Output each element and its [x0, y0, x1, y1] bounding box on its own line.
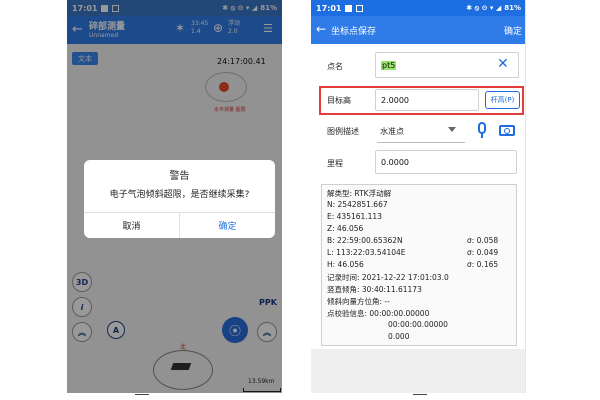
info-line: H: 46.056 [327, 260, 364, 269]
info-line: N: 2542851.667 [327, 200, 388, 209]
app-bar: ← 坐标点保存 确定 [311, 16, 525, 44]
page-title: 坐标点保存 [331, 27, 377, 37]
info-line: B: 22:59:00.65362N [327, 236, 403, 245]
microphone-icon[interactable] [478, 122, 486, 134]
clear-icon[interactable]: ✕ [497, 56, 509, 72]
back-arrow-icon[interactable]: ← [316, 22, 326, 36]
info-line: 点校验信息: 00:00:00.00000 [327, 309, 430, 318]
microphone-stem [481, 134, 483, 138]
status-right: ✱ ⦸ ⊝ ▾ ◢ 81% [466, 4, 521, 13]
target-height-input[interactable]: 2.0000 [375, 89, 479, 111]
solution-info-panel: 解类型: RTK浮动解 N: 2542851.667 E: 435161.113… [321, 184, 517, 346]
status-bar: 17:01 ✱ ⦸ ⊝ ▾ ◢ 81% [311, 0, 525, 16]
info-line: Z: 46.056 [327, 224, 364, 233]
caption-mark-left [135, 394, 149, 395]
dialog-cancel-button[interactable]: 取消 [84, 219, 179, 232]
caption-mark-right [413, 394, 427, 395]
pole-height-button[interactable]: 杆高(P) [485, 91, 520, 109]
info-line: 解类型: RTK浮动解 [327, 189, 392, 198]
status-icons: ✱ ⦸ ⊝ ▾ ◢ [466, 3, 502, 12]
info-line: L: 113:22:03.54104E [327, 248, 406, 257]
confirm-button[interactable]: 确定 [504, 24, 522, 37]
point-name-label: 点名 [327, 62, 343, 71]
sigma-h: σ: 0.165 [467, 260, 499, 269]
status-time: 17:01 [316, 3, 342, 13]
info-line: 00:00:00.00000 [388, 320, 448, 329]
notification-icon-2 [356, 4, 364, 12]
sigma-b: σ: 0.058 [467, 236, 499, 245]
legend-description-label: 图例描述 [327, 127, 359, 136]
sigma-l: σ: 0.049 [467, 248, 499, 257]
dialog-message: 电子气泡倾斜超限，是否继续采集? [109, 190, 250, 200]
chevron-down-icon[interactable] [448, 127, 456, 132]
info-line: E: 435161.113 [327, 212, 382, 221]
legend-description-select[interactable]: 水准点 [380, 126, 404, 137]
info-line: 竖直倾角: 30:40:11.61173 [327, 285, 422, 294]
dialog-confirm-button[interactable]: 确定 [180, 219, 275, 232]
mileage-input[interactable]: 0.0000 [375, 150, 517, 174]
right-phone-screen: 17:01 ✱ ⦸ ⊝ ▾ ◢ 81% ← 坐标点保存 确定 点名 pt5 ✕ … [311, 0, 526, 393]
point-name-value: pt5 [381, 60, 397, 70]
mileage-label: 里程 [327, 159, 343, 168]
target-height-label: 目标高 [327, 96, 351, 105]
info-line: 记录时间: 2021-12-22 17:01:03.0 [327, 273, 449, 282]
left-phone-screen: 文本 24:17:00.41 水平测量 超限 3D i ︽ PPK ︽ A ⦿ … [67, 0, 282, 393]
info-line: 倾斜向量方位角: -- [327, 297, 390, 306]
notification-icon [345, 4, 353, 12]
bottom-bar [311, 349, 525, 393]
warning-dialog: 警告 电子气泡倾斜超限，是否继续采集? 取消 确定 [84, 160, 275, 238]
battery-level: 81% [504, 4, 521, 12]
dialog-title: 警告 [169, 171, 190, 182]
select-underline [377, 142, 465, 143]
info-line: 0.000 [388, 332, 410, 341]
camera-lens [504, 128, 510, 134]
